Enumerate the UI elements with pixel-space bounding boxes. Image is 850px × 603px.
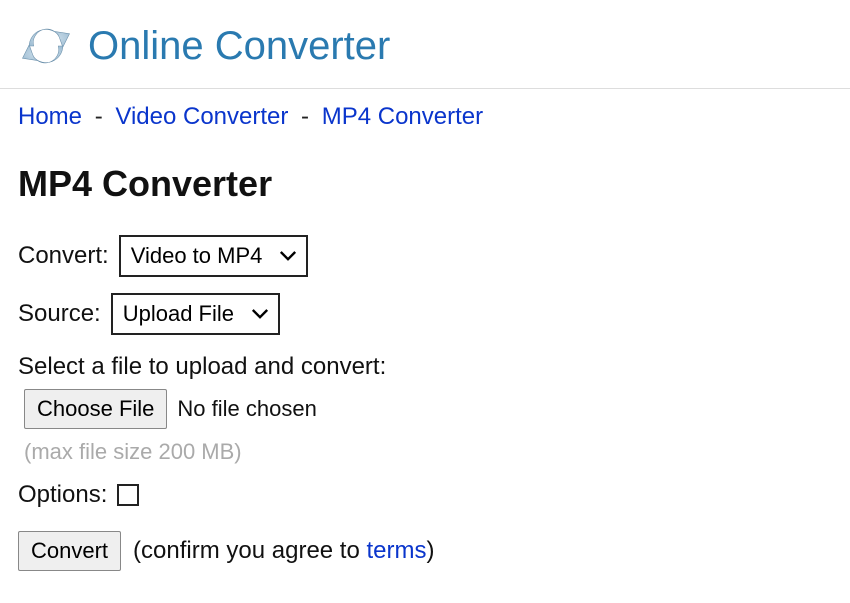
breadcrumb-home-link[interactable]: Home	[18, 103, 82, 130]
convert-select[interactable]: Video to MP4	[119, 235, 309, 277]
breadcrumb-separator: -	[95, 103, 103, 130]
max-file-size-hint: (max file size 200 MB)	[24, 439, 832, 465]
refresh-arrows-icon	[18, 18, 74, 74]
convert-submit-row: Convert (confirm you agree to terms)	[18, 531, 832, 571]
convert-row: Convert: Video to MP4	[18, 235, 832, 277]
convert-label: Convert:	[18, 242, 109, 270]
header: Online Converter	[0, 0, 850, 89]
convert-select-value: Video to MP4	[131, 243, 263, 269]
confirm-prefix: (confirm you agree to	[133, 537, 366, 564]
breadcrumb: Home - Video Converter - MP4 Converter	[0, 89, 850, 145]
page-title: MP4 Converter	[18, 163, 832, 205]
source-row: Source: Upload File	[18, 293, 832, 335]
chevron-down-icon	[252, 309, 268, 319]
file-input-row: Choose File No file chosen	[24, 389, 832, 429]
options-row: Options:	[18, 481, 832, 509]
source-label: Source:	[18, 300, 101, 328]
breadcrumb-video-converter-link[interactable]: Video Converter	[115, 103, 288, 130]
options-label: Options:	[18, 481, 107, 509]
breadcrumb-separator: -	[301, 103, 309, 130]
confirm-text: (confirm you agree to terms)	[133, 537, 434, 565]
confirm-suffix: )	[426, 537, 434, 564]
options-checkbox[interactable]	[117, 484, 139, 506]
source-select-value: Upload File	[123, 301, 234, 327]
choose-file-button[interactable]: Choose File	[24, 389, 167, 429]
site-title[interactable]: Online Converter	[88, 24, 390, 69]
chevron-down-icon	[280, 251, 296, 261]
terms-link[interactable]: terms	[366, 537, 426, 564]
source-select[interactable]: Upload File	[111, 293, 280, 335]
file-status-text: No file chosen	[177, 396, 316, 422]
select-file-instruction: Select a file to upload and convert:	[18, 353, 832, 381]
breadcrumb-mp4-converter-link[interactable]: MP4 Converter	[322, 103, 483, 130]
content: MP4 Converter Convert: Video to MP4 Sour…	[0, 145, 850, 577]
convert-button[interactable]: Convert	[18, 531, 121, 571]
